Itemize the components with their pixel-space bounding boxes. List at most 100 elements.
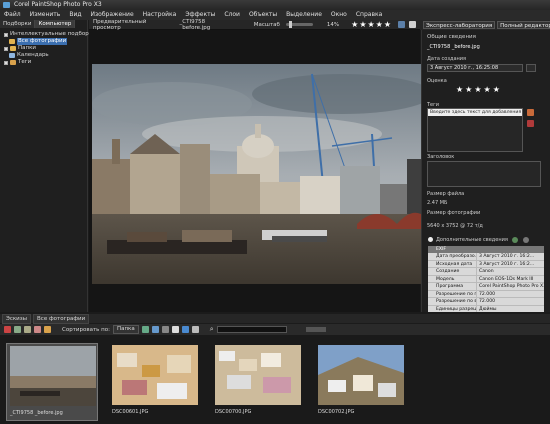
zoom-slider[interactable] (285, 21, 313, 28)
adjust-icon[interactable] (14, 326, 21, 333)
thumbnail-item[interactable]: DSC00601.JPG (109, 343, 201, 421)
thumbnail-image (318, 345, 404, 405)
thumbnail-item[interactable]: DSC00700.JPG (212, 343, 304, 421)
thumbnail-caption: DSC00700.JPG (215, 409, 252, 415)
zoom-slider-handle[interactable] (288, 21, 292, 28)
preview-label: Предварительный просмотр (93, 18, 147, 31)
table-row: Программа Corel PaintShop Photo Pro X3 (428, 283, 544, 291)
date-picker-button[interactable] (526, 64, 536, 72)
table-row: Создание Canon (428, 268, 544, 276)
fullscreen-icon[interactable] (409, 21, 416, 28)
red-eye-icon[interactable] (4, 326, 11, 333)
caption-field[interactable] (427, 161, 541, 187)
menu-view[interactable]: Вид (69, 10, 81, 20)
exif-table: EXIF Дата преобразо... 3 Август 2010 г. 1… (428, 246, 544, 312)
preview-filename: _CTI9758 _before.jpg (179, 18, 211, 31)
remove-tag-icon[interactable] (527, 120, 534, 127)
filmstrip: _CTI9758 _before.jpg DSC00601.JPG DSC007… (0, 335, 550, 424)
info-rating-stars[interactable]: ★★★★★ (456, 86, 502, 94)
edit-mode-bar: Экспресс-лаборатория Полный редактор (420, 20, 550, 30)
menu-edit[interactable]: Изменить (30, 10, 61, 20)
tab-collections[interactable]: Подборки (0, 20, 36, 28)
thumbnail-image (215, 345, 301, 405)
table-row: Дата преобразо... 3 Август 2010 г. 16:2..… (428, 253, 544, 261)
table-row: Разрешение по в...72.000 (428, 298, 544, 306)
preview-photo (92, 64, 421, 284)
tree-item-folders[interactable]: Папки (4, 45, 36, 52)
general-info-header: Общие сведения (427, 34, 476, 40)
print-icon[interactable] (171, 326, 179, 333)
expand-icon[interactable] (4, 46, 8, 51)
table-row: Модель Canon EOS-1Ds Mark III (428, 275, 544, 283)
expand-icon[interactable] (4, 60, 8, 65)
photosize-value: 5640 x 3752 @ 72 т/д (427, 223, 483, 229)
search-icon[interactable]: ⌕ (210, 325, 214, 334)
title-bar: Corel PaintShop Photo Pro X3 (0, 0, 550, 10)
sort-label: Сортировать по: (62, 326, 110, 333)
thumbnail-caption: DSC00702.JPG (318, 409, 355, 415)
tags-box[interactable]: Введите здесь текст для добавления тега (427, 108, 523, 152)
table-row: Исходная дата 3 Август 2010 г. 16:2... (428, 260, 544, 268)
express-lab-button[interactable]: Экспресс-лаборатория (423, 21, 496, 29)
thumbnail-size-slider[interactable] (305, 327, 326, 332)
menu-selection[interactable]: Выделение (286, 10, 322, 20)
full-editor-button[interactable]: Полный редактор (497, 21, 550, 29)
calendar-icon (9, 53, 15, 58)
copy-icon[interactable] (161, 326, 169, 333)
filter-icon[interactable] (141, 326, 149, 333)
navigation-tabs: Подборки Компьютер (0, 20, 87, 28)
caption-label: Заголовок (427, 154, 455, 160)
menu-bar: Файл Изменить Вид Изображение Настройка … (0, 10, 550, 20)
rating-stars[interactable]: ★★★★★ (351, 20, 392, 29)
tag-icon (10, 60, 16, 65)
menu-window[interactable]: Окно (331, 10, 347, 20)
expand-extra-icon[interactable] (428, 237, 433, 242)
rotate-icon[interactable] (24, 326, 31, 333)
london-photo (92, 64, 421, 284)
thumbnail-image (112, 345, 198, 405)
folder-icon (9, 39, 15, 44)
edit-icon[interactable] (34, 326, 41, 333)
tree-item-calendar[interactable]: Календарь (9, 52, 49, 59)
layout-icon[interactable] (191, 326, 199, 333)
thumbnail-houses-2 (215, 345, 301, 405)
expand-icon[interactable] (4, 32, 8, 37)
info-filename: _CTI9758 _before.jpg (427, 44, 480, 50)
add-tag-icon[interactable] (527, 109, 534, 116)
thumbnail-houses-1 (112, 345, 198, 405)
tree-item-tags[interactable]: Теги (4, 59, 31, 66)
menu-objects[interactable]: Объекты (249, 10, 277, 20)
share-icon[interactable] (151, 326, 159, 333)
exif-header: EXIF (428, 246, 544, 253)
zoom-value: 14% (326, 21, 340, 28)
tree-item-all-photos[interactable]: Все фотографии (9, 38, 68, 45)
options-icon[interactable] (523, 237, 529, 243)
globe-icon[interactable] (512, 237, 518, 243)
preview-toolbar: Предварительный просмотр _CTI9758 _befor… (89, 18, 420, 31)
rating-label: Оценка (427, 78, 447, 84)
search-input[interactable] (216, 326, 287, 333)
info-icon[interactable] (181, 326, 189, 333)
navigation-panel: Подборки Компьютер Интеллектуальные подб… (0, 20, 96, 312)
folder-icon (10, 46, 16, 51)
menu-help[interactable]: Справка (356, 10, 382, 20)
tree-item-smart-collections[interactable]: Интеллектуальные подборки (4, 31, 96, 38)
tab-thumbnails[interactable]: Эскизы (2, 313, 32, 324)
thumbnail-item[interactable]: _CTI9758 _before.jpg (6, 343, 98, 421)
table-row: Разрешение по г...72.000 (428, 290, 544, 298)
window-title: Corel PaintShop Photo Pro X3 (14, 1, 102, 8)
thumbnail-item[interactable]: DSC00702.JPG (315, 343, 407, 421)
date-field[interactable]: 3 Август 2010 г., 16:25:08 (427, 64, 523, 72)
grid-view-icon[interactable] (398, 21, 405, 28)
sort-select[interactable]: Папка (112, 325, 139, 334)
thumbnail-caption: DSC00601.JPG (112, 409, 149, 415)
zoom-label: Масштаб (253, 21, 280, 28)
menu-file[interactable]: Файл (4, 10, 21, 20)
tags-input[interactable]: Введите здесь текст для добавления тега (428, 109, 522, 116)
folder-icon[interactable] (44, 326, 51, 333)
app-icon (3, 2, 10, 8)
tab-all-photos[interactable]: Все фотографии (33, 313, 90, 324)
thumbnail-london (10, 346, 96, 406)
tab-computer[interactable]: Компьютер (35, 20, 76, 28)
info-panel: Общие сведения _CTI9758 _before.jpg Дата… (421, 30, 550, 312)
